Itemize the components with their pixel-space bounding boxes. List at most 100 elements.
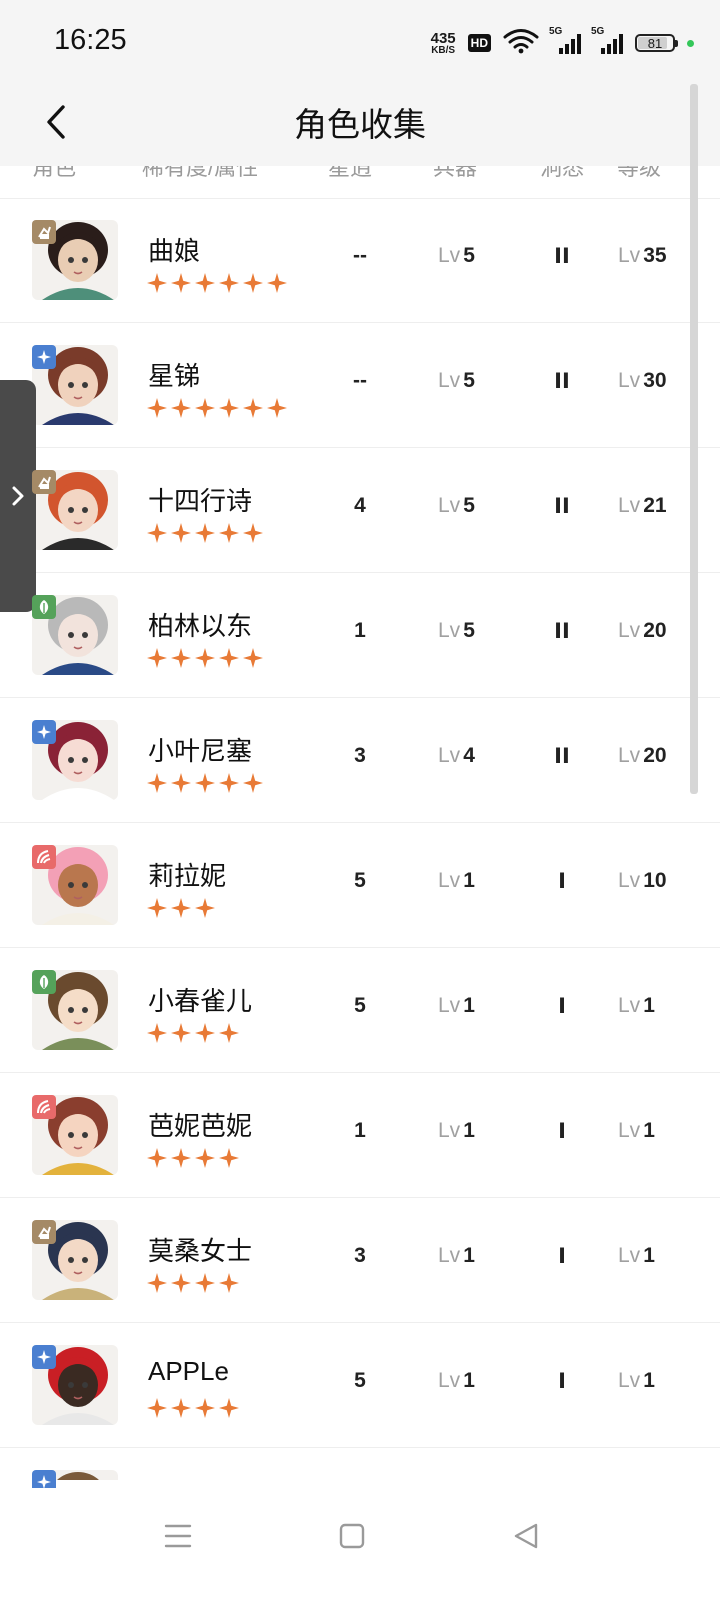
rarity-stars	[147, 1398, 239, 1423]
star-icon	[147, 648, 167, 673]
level-prefix: Lv	[618, 994, 641, 1017]
status-icons: 435 KB/S HD 5G 5G 81	[431, 26, 694, 60]
rarity-stars	[147, 1023, 239, 1048]
star-rank-value: --	[353, 244, 367, 267]
character-level-value: 1	[643, 1244, 655, 1267]
character-name: 十四行诗	[148, 486, 253, 516]
star-icon	[243, 398, 263, 423]
character-row[interactable]: 十四行诗 4 Lv 5 II Lv 21	[0, 448, 720, 573]
side-drawer-tab[interactable]	[0, 380, 36, 612]
insight-value: II	[554, 244, 570, 268]
level-prefix: Lv	[438, 1369, 461, 1392]
level-prefix: Lv	[618, 494, 641, 517]
rarity-stars	[147, 898, 215, 923]
star-icon	[147, 1023, 167, 1048]
character-row[interactable]: 莫桑女士 3 Lv 1 I Lv 1	[0, 1198, 720, 1323]
star-icon	[147, 1398, 167, 1423]
insight-value: I	[558, 869, 566, 893]
level-prefix: Lv	[618, 244, 641, 267]
level-prefix: Lv	[438, 1119, 461, 1142]
intellect-element-icon	[32, 1095, 56, 1119]
status-time: 16:25	[54, 24, 127, 56]
home-button[interactable]	[322, 1508, 382, 1564]
star-icon	[171, 273, 191, 298]
star-icon	[195, 648, 215, 673]
weapon-level-value: 5	[463, 369, 475, 392]
level-prefix: Lv	[438, 994, 461, 1017]
status-bar: 16:25 435 KB/S HD 5G 5G 81	[0, 0, 720, 82]
beast-element-icon	[32, 220, 56, 244]
character-level-value: 1	[643, 994, 655, 1017]
level-prefix: Lv	[618, 1369, 641, 1392]
battery-level: 81	[647, 35, 663, 51]
character-level: Lv 1	[618, 994, 655, 1018]
rarity-stars	[147, 273, 287, 298]
weapon-level: Lv 4	[438, 744, 475, 768]
character-row[interactable]: 柏林以东 1 Lv 5 II Lv 20	[0, 573, 720, 698]
menu-icon	[164, 1524, 192, 1548]
scrollbar[interactable]	[690, 84, 698, 794]
star-icon	[195, 1148, 215, 1173]
star-icon	[147, 523, 167, 548]
weapon-level-value: 1	[463, 1244, 475, 1267]
weapon-level-value: 1	[463, 869, 475, 892]
star-rank-value: --	[353, 369, 367, 392]
nav-back-button[interactable]	[496, 1508, 556, 1564]
character-row[interactable]: 莉拉妮 5 Lv 1 I Lv 10	[0, 823, 720, 948]
signal-1-label: 5G	[549, 26, 563, 37]
star-rank-value: 5	[354, 1369, 366, 1392]
network-speed: 435 KB/S	[431, 31, 456, 56]
star-icon	[195, 1023, 215, 1048]
star-element-icon	[32, 720, 56, 744]
character-row[interactable]: 曲娘 -- Lv 5 II Lv 35	[0, 198, 720, 323]
star-icon	[219, 398, 239, 423]
character-name: 星锑	[148, 361, 201, 391]
star-icon	[147, 398, 167, 423]
star-icon	[219, 1398, 239, 1423]
star-icon	[147, 273, 167, 298]
character-level: Lv 1	[618, 1369, 655, 1393]
character-level: Lv 35	[618, 244, 667, 268]
level-prefix: Lv	[438, 244, 461, 267]
star-icon	[219, 1148, 239, 1173]
character-row[interactable]: 小叶尼塞 3 Lv 4 II Lv 20	[0, 698, 720, 823]
character-row[interactable]: 小春雀儿 5 Lv 1 I Lv 1	[0, 948, 720, 1073]
weapon-level: Lv 1	[438, 994, 475, 1018]
level-prefix: Lv	[438, 1244, 461, 1267]
menu-button[interactable]	[148, 1508, 208, 1564]
weapon-level: Lv 1	[438, 1244, 475, 1268]
star-icon	[171, 1398, 191, 1423]
weapon-level: Lv 5	[438, 494, 475, 518]
star-icon	[171, 648, 191, 673]
star-icon	[195, 898, 215, 923]
star-icon	[171, 1023, 191, 1048]
star-icon	[195, 523, 215, 548]
level-prefix: Lv	[618, 869, 641, 892]
star-icon	[171, 773, 191, 798]
character-name: 莉拉妮	[148, 861, 227, 891]
character-row[interactable]: 星锑 -- Lv 5 II Lv 30	[0, 323, 720, 448]
star-rank-value: 1	[354, 1119, 366, 1142]
weapon-level-value: 5	[463, 619, 475, 642]
plant-element-icon	[32, 595, 56, 619]
rarity-stars	[147, 773, 263, 798]
signal-icon-2: 5G	[591, 26, 623, 54]
character-level-value: 35	[643, 244, 667, 267]
character-row[interactable]: 芭妮芭妮 1 Lv 1 I Lv 1	[0, 1073, 720, 1198]
insight-value: II	[554, 494, 570, 518]
weapon-level-value: 1	[463, 1119, 475, 1142]
character-row[interactable]: APPLe 5 Lv 1 I Lv 1	[0, 1323, 720, 1448]
character-level: Lv 30	[618, 369, 667, 393]
star-icon	[147, 898, 167, 923]
star-element-icon	[32, 345, 56, 369]
beast-element-icon	[32, 470, 56, 494]
weapon-level: Lv 1	[438, 1369, 475, 1393]
character-list[interactable]: 曲娘 -- Lv 5 II Lv 35 星锑 -- Lv 5 II Lv 30 十四行诗 4 Lv 5 II Lv 21…	[0, 198, 720, 1488]
character-name: APPLe	[148, 1356, 229, 1386]
star-icon	[243, 523, 263, 548]
star-icon	[195, 773, 215, 798]
weapon-level-value: 5	[463, 494, 475, 517]
insight-value: II	[554, 619, 570, 643]
weapon-level: Lv 5	[438, 244, 475, 268]
level-prefix: Lv	[618, 1119, 641, 1142]
